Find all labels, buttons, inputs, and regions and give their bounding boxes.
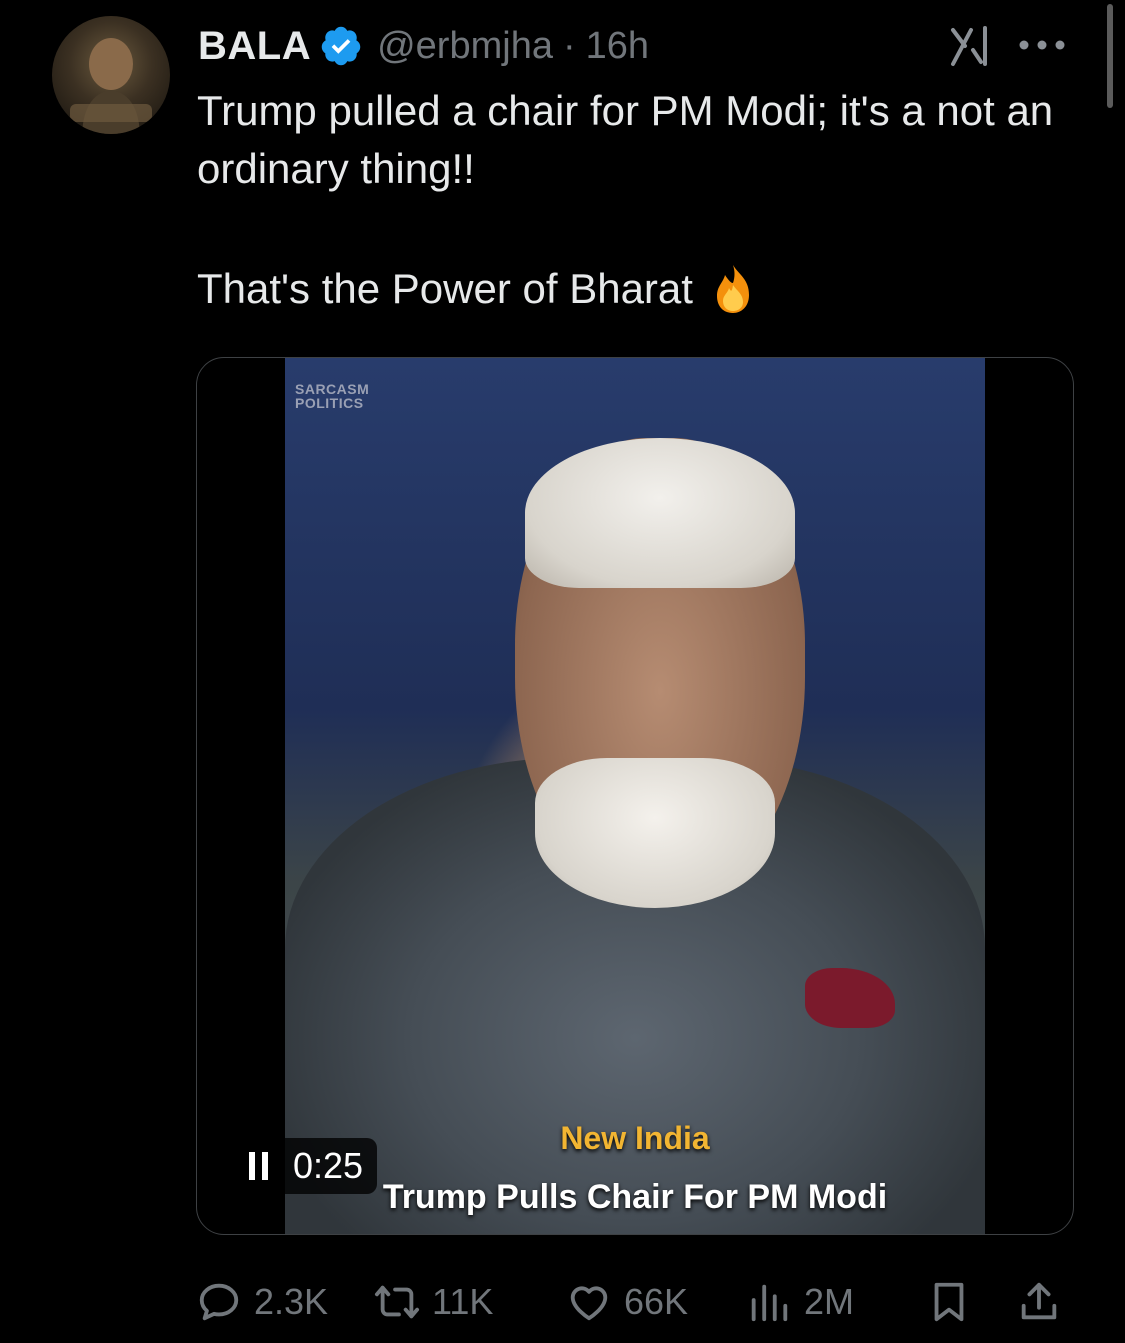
video-timestamp: 0:25 — [293, 1145, 364, 1186]
scrollbar[interactable] — [1107, 4, 1113, 108]
media-container[interactable]: SARCASM POLITICS New India Trump Pulls C… — [196, 357, 1074, 1235]
share-button[interactable] — [1016, 1274, 1062, 1330]
like-count: 66K — [624, 1281, 689, 1322]
bookmark-icon — [934, 1282, 964, 1322]
tweet-text: Trump pulled a chair for PM Modi; it's a… — [197, 82, 1087, 318]
pause-icon[interactable] — [247, 1152, 271, 1180]
author-name[interactable]: BALA — [198, 24, 311, 69]
video-scene-beard — [535, 758, 775, 908]
tweet-actions: 2.3K 11K 66K 2M — [196, 1274, 1076, 1330]
separator-dot: · — [562, 24, 576, 67]
reply-icon — [199, 1283, 239, 1321]
video-scene-hair — [525, 438, 795, 588]
reply-button[interactable]: 2.3K — [196, 1274, 328, 1330]
reply-count: 2.3K — [254, 1281, 329, 1322]
avatar-image — [70, 38, 152, 134]
tweet-time[interactable]: 16h — [586, 25, 649, 68]
video-watermark: SARCASM POLITICS — [295, 382, 369, 410]
like-button[interactable]: 66K — [566, 1274, 688, 1330]
views-count: 2M — [804, 1281, 855, 1322]
tweet-text-line: Trump pulled a chair for PM Modi; it's a… — [197, 87, 1054, 192]
views-button[interactable]: 2M — [746, 1274, 854, 1330]
tweet-header: BALA @erbmjha · 16h — [198, 18, 1065, 74]
views-icon — [751, 1284, 788, 1322]
avatar[interactable] — [52, 16, 170, 134]
repost-icon — [374, 1285, 420, 1319]
like-icon — [570, 1286, 608, 1321]
watermark-line: SARCASM — [295, 381, 370, 397]
bookmark-button[interactable] — [926, 1274, 972, 1330]
repost-count: 11K — [432, 1281, 494, 1322]
author-handle[interactable]: @erbmjha — [377, 25, 553, 68]
share-icon — [1021, 1282, 1057, 1320]
video-caption-top: New India — [560, 1120, 710, 1156]
more-icon[interactable] — [1015, 30, 1069, 60]
watermark-line: POLITICS — [295, 395, 364, 411]
video-player[interactable]: SARCASM POLITICS New India Trump Pulls C… — [285, 358, 985, 1234]
video-controls[interactable]: 0:25 — [229, 1138, 378, 1194]
grok-icon[interactable] — [947, 22, 995, 70]
fire-emoji-icon — [716, 265, 749, 313]
tweet-text-line: That's the Power of Bharat — [197, 265, 693, 312]
repost-button[interactable]: 11K — [374, 1274, 493, 1330]
verified-badge-icon — [321, 26, 361, 66]
video-caption-bottom: Trump Pulls Chair For PM Modi — [382, 1178, 888, 1216]
